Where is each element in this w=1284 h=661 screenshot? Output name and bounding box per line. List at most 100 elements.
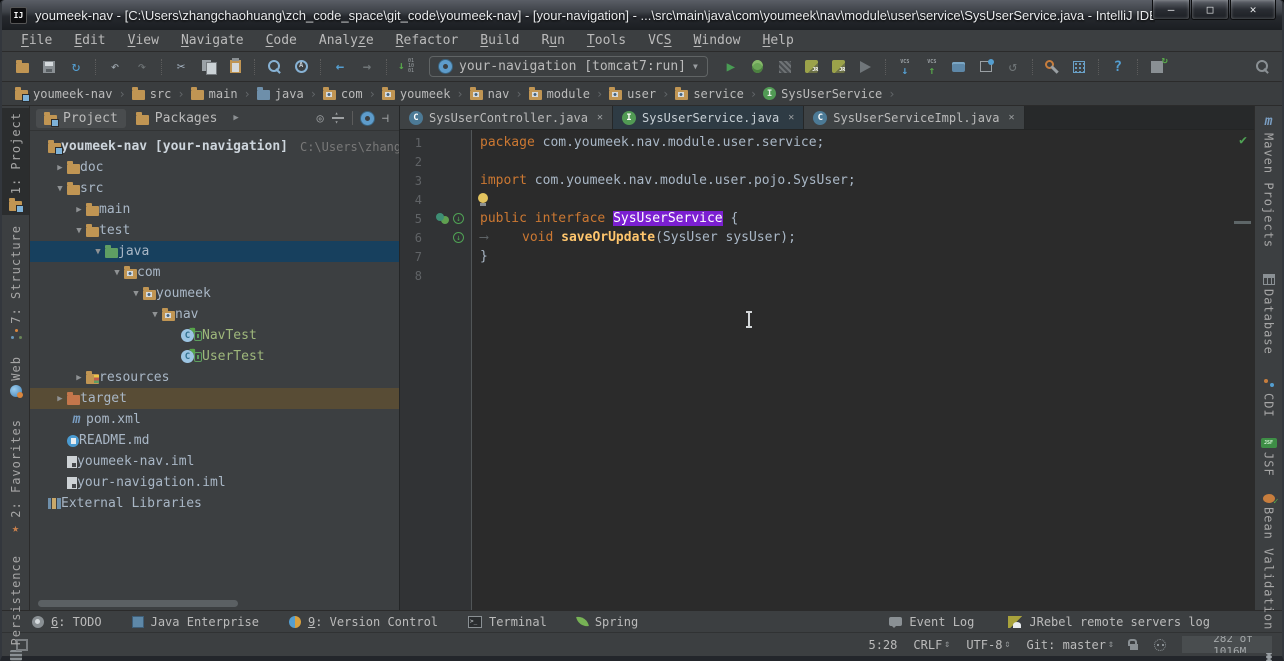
intention-bulb-icon[interactable]	[478, 193, 488, 206]
chevron-closed-icon[interactable]: ▶	[72, 205, 86, 215]
tab-close-icon[interactable]: ✕	[1008, 112, 1014, 123]
tool-window-button-terminal[interactable]: Terminal	[468, 615, 547, 629]
hector-inspector-icon[interactable]	[1154, 638, 1166, 651]
memory-indicator[interactable]: 282 of 1016M	[1182, 636, 1272, 653]
tool-window-button-spring[interactable]: Spring	[575, 615, 638, 629]
menu-item-edit[interactable]: Edit	[63, 33, 116, 48]
chevron-open-icon[interactable]: ▼	[110, 268, 124, 278]
chevron-open-icon[interactable]: ▼	[72, 226, 86, 236]
breadcrumb-item-user[interactable]: user	[606, 87, 659, 101]
breadcrumb-item-module[interactable]: module	[526, 87, 593, 101]
stop-icon[interactable]	[854, 56, 878, 78]
tool-window-button-bean-validation[interactable]: Bean Validation	[1260, 490, 1278, 634]
tool-window-button-cdi[interactable]: CDI	[1260, 373, 1278, 422]
chevron-closed-icon[interactable]: ▶	[53, 163, 67, 173]
vcs-commit-icon[interactable]	[920, 56, 944, 78]
tool-window-button-maven-projects[interactable]: Maven Projects	[1260, 110, 1278, 252]
project-structure-icon[interactable]	[1067, 56, 1091, 78]
tab-close-icon[interactable]: ✕	[597, 112, 603, 123]
menu-item-run[interactable]: Run	[530, 33, 575, 48]
jrebel-sync-icon[interactable]	[1145, 55, 1169, 78]
tool-window-button-2-favorites[interactable]: 2: Favorites	[7, 415, 25, 540]
find-icon[interactable]	[262, 56, 286, 78]
editor-tab-sysuserserviceimpl.java[interactable]: C SysUserServiceImpl.java ✕	[804, 106, 1025, 129]
settings-icon[interactable]	[1040, 56, 1064, 78]
minimize-button[interactable]: —	[1152, 0, 1190, 20]
tree-row-doc[interactable]: ▶ doc	[30, 157, 399, 178]
breadcrumb-item-main[interactable]: main	[188, 87, 241, 101]
editor-tab-sysuserservice.java[interactable]: I SysUserService.java ✕	[612, 106, 805, 129]
implemented-marker-icon[interactable]: ↓	[453, 232, 464, 243]
project-panel-tab-packages[interactable]: Packages	[128, 109, 226, 128]
tree-row-main[interactable]: ▶ main	[30, 199, 399, 220]
breadcrumb-item-youmeek-nav[interactable]: youmeek-nav	[12, 87, 115, 102]
tree-row-your-navigation-iml[interactable]: your-navigation.iml	[30, 472, 399, 493]
title-bar[interactable]: IJ youmeek-nav - [C:\Users\zhangchaohuan…	[2, 0, 1282, 30]
horizontal-scrollbar[interactable]	[38, 600, 238, 607]
panel-settings-icon[interactable]	[360, 111, 374, 125]
vcs-changes-icon[interactable]	[974, 56, 998, 78]
open-icon[interactable]	[10, 56, 34, 78]
save-all-icon[interactable]	[37, 56, 61, 78]
event-log-button[interactable]: Event Log	[889, 615, 974, 629]
tree-row-src[interactable]: ▼ src	[30, 178, 399, 199]
menu-item-file[interactable]: File	[10, 33, 63, 48]
tree-row-external-libraries[interactable]: External Libraries	[30, 493, 399, 514]
search-everywhere-icon[interactable]	[1250, 56, 1274, 78]
redo-icon[interactable]: ↷	[130, 56, 154, 78]
editor-gutter[interactable]: 1 2 3 4 5 ↓ 6 ↓ 7 8	[400, 130, 472, 610]
compare-with-lines-icon[interactable]	[394, 56, 418, 78]
vcs-history-icon[interactable]	[947, 56, 971, 78]
tool-window-button-9-version-control[interactable]: 9: Version Control	[288, 615, 438, 629]
menu-item-code[interactable]: Code	[255, 33, 308, 48]
close-button[interactable]: ✕	[1230, 0, 1276, 20]
cut-icon[interactable]: ✂	[169, 56, 193, 78]
jrebel-debug-icon[interactable]	[827, 56, 851, 78]
jrebel-remote-servers-log-button[interactable]: JRebel remote servers log	[1008, 615, 1210, 629]
overridden-marker-icon[interactable]	[436, 212, 444, 221]
tree-row-test[interactable]: ▼ test	[30, 220, 399, 241]
help-icon[interactable]: ?	[1106, 56, 1130, 78]
rollback-icon[interactable]: ↺	[1001, 56, 1025, 78]
forward-icon[interactable]: →	[355, 56, 379, 78]
collapse-all-icon[interactable]	[331, 109, 344, 127]
chevron-open-icon[interactable]: ▼	[53, 184, 67, 194]
tool-window-button-6-todo[interactable]: 6: TODO	[32, 615, 102, 629]
tab-close-icon[interactable]: ✕	[788, 112, 794, 123]
tool-window-button-7-structure[interactable]: 7: Structure	[7, 221, 25, 344]
debug-icon[interactable]	[746, 56, 770, 78]
breadcrumb-item-com[interactable]: com	[320, 87, 366, 101]
chevron-open-icon[interactable]: ▼	[148, 310, 162, 320]
run-configuration-combo[interactable]: your-navigation [tomcat7:run] ▼	[429, 56, 708, 77]
implemented-marker-icon[interactable]: ↓	[453, 213, 464, 224]
tool-window-button-jsf[interactable]: JSF	[1259, 434, 1279, 481]
git-branch-widget[interactable]: Git: master ⇕	[1026, 638, 1114, 652]
copy-icon[interactable]	[196, 56, 220, 78]
tool-window-button-database[interactable]: Database	[1260, 270, 1278, 359]
line-separator-widget[interactable]: CRLF ⇕	[913, 638, 950, 652]
maximize-button[interactable]: □	[1191, 0, 1229, 20]
breadcrumb-item-java[interactable]: java	[254, 87, 307, 101]
breadcrumb-item-service[interactable]: service	[672, 87, 747, 101]
tool-window-button-persistence[interactable]: Persistence	[7, 551, 25, 661]
breadcrumb-item-nav[interactable]: nav	[467, 87, 513, 101]
inspection-status-icon[interactable]: ✔	[1239, 133, 1247, 148]
tree-row-target[interactable]: ▶ target	[30, 388, 399, 409]
back-icon[interactable]: ←	[328, 56, 352, 78]
chevron-closed-icon[interactable]: ▶	[72, 373, 86, 383]
breadcrumb-item-src[interactable]: src	[129, 87, 175, 101]
menu-item-help[interactable]: Help	[752, 33, 805, 48]
vcs-update-icon[interactable]	[893, 56, 917, 78]
run-icon[interactable]: ▶	[719, 56, 743, 78]
tree-row-usertest[interactable]: UserTest	[30, 346, 399, 367]
run-with-coverage-icon[interactable]	[773, 56, 797, 78]
tool-window-button-web[interactable]: Web	[7, 352, 25, 401]
encoding-widget[interactable]: UTF-8 ⇕	[966, 638, 1010, 652]
menu-item-window[interactable]: Window	[683, 33, 752, 48]
synchronize-icon[interactable]: ↻	[64, 56, 88, 78]
editor-body[interactable]: 1 2 3 4 5 ↓ 6 ↓ 7 8 package com.youmeek.nav.modul…	[400, 130, 1254, 610]
project-panel-tab-project[interactable]: Project	[36, 108, 126, 128]
editor-tab-sysusercontroller.java[interactable]: C SysUserController.java ✕	[400, 106, 613, 129]
menu-item-view[interactable]: View	[117, 33, 170, 48]
tree-row-youmeek-nav-your-navigation-[interactable]: youmeek-nav [your-navigation] C:\Users\zh…	[30, 136, 399, 157]
